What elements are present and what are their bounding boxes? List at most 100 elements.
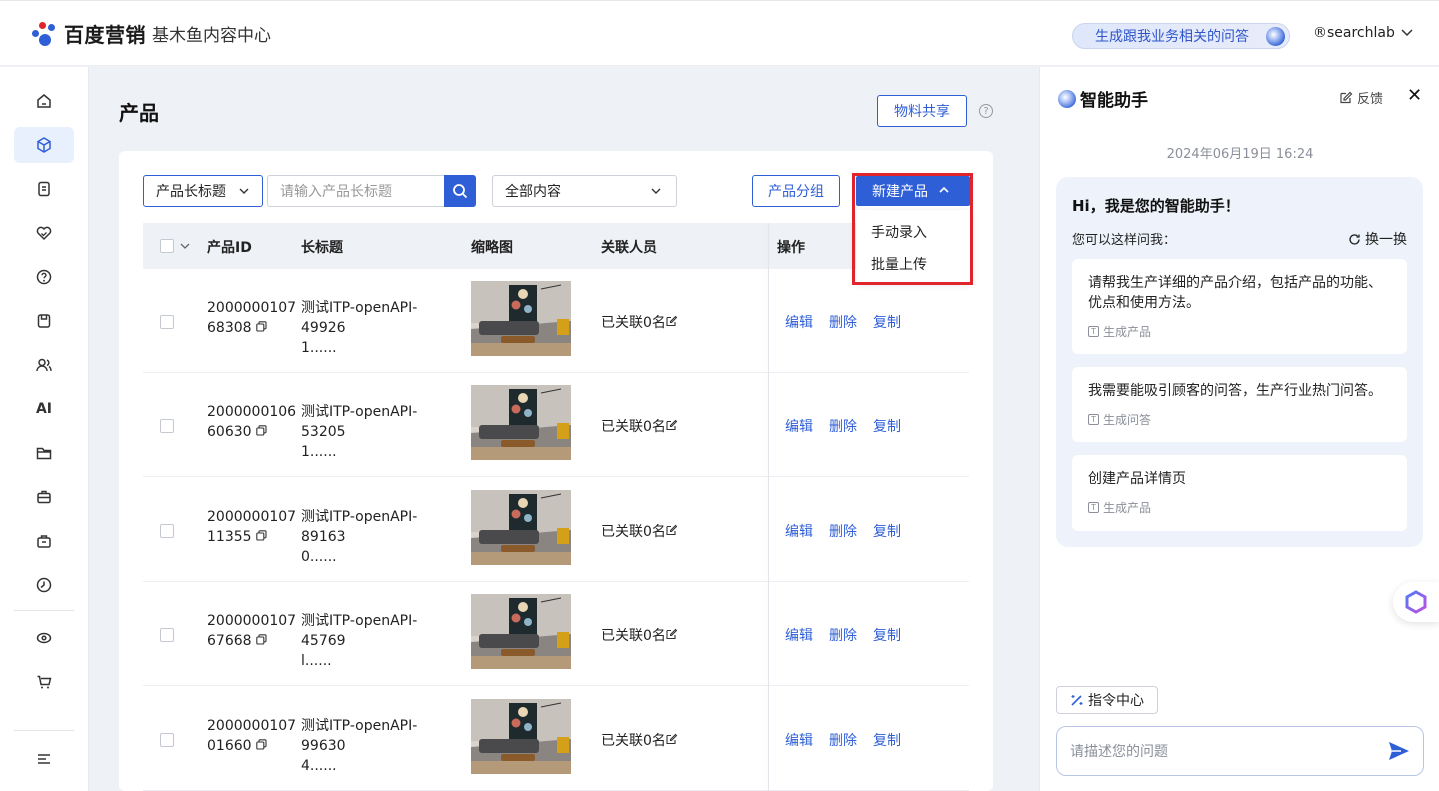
copy-link[interactable]: 复制 [873, 521, 901, 541]
ai-suggest-pill[interactable]: 生成跟我业务相关的问答 [1072, 23, 1290, 49]
related-people: 已关联0名 [601, 625, 678, 645]
chevron-down-icon[interactable] [180, 241, 190, 251]
command-center-button[interactable]: 指令中心 [1056, 686, 1158, 714]
chat-input[interactable]: 请描述您的问题 [1056, 726, 1424, 776]
edit-icon[interactable] [666, 419, 678, 431]
product-title-line: 4...... [301, 758, 337, 774]
edit-icon[interactable] [666, 628, 678, 640]
material-share-button[interactable]: 物料共享 [877, 95, 967, 127]
row-checkbox[interactable] [160, 628, 174, 642]
row-checkbox[interactable] [160, 315, 174, 329]
delete-link[interactable]: 删除 [829, 730, 857, 750]
save-icon[interactable] [14, 303, 74, 339]
highlight-box [852, 173, 973, 285]
delete-link[interactable]: 删除 [829, 312, 857, 332]
related-people-text: 已关联0名 [601, 419, 666, 435]
user-menu[interactable]: ®searchlab [1313, 25, 1413, 41]
eye-icon[interactable] [14, 620, 74, 656]
edit-link[interactable]: 编辑 [785, 625, 813, 645]
copy-link[interactable]: 复制 [873, 625, 901, 645]
row-checkbox[interactable] [160, 524, 174, 538]
suggestion-text: 创建产品详情页 [1088, 471, 1186, 487]
edit-icon[interactable] [666, 524, 678, 536]
product-id-tail: 67668 [207, 633, 252, 649]
copy-icon[interactable] [256, 739, 267, 750]
ai-orb-icon [1266, 27, 1285, 46]
suggestion-text: 请帮我生产详细的产品介绍，包括产品的功能、优点和使用方法。 [1088, 275, 1382, 311]
clock-icon[interactable] [14, 567, 74, 603]
feedback-button[interactable]: 反馈 [1340, 88, 1383, 107]
product-id: 2000000107 67668 [207, 611, 296, 651]
search-icon [453, 184, 468, 199]
select-all-checkbox[interactable] [160, 239, 174, 253]
send-icon[interactable] [1387, 740, 1411, 762]
chat-placeholder: 请描述您的问题 [1070, 744, 1168, 760]
folder-icon[interactable] [14, 435, 74, 471]
swap-button[interactable]: 换一换 [1348, 229, 1407, 249]
product-id: 2000000107 11355 [207, 507, 296, 547]
suggestion-text: 我需要能吸引顾客的问答，生产行业热门问答。 [1088, 383, 1382, 399]
product-title: 测试ITP-openAPI-53205 1...... [301, 402, 461, 462]
ai-icon[interactable]: AI [14, 391, 74, 427]
copy-icon[interactable] [256, 425, 267, 436]
suggestion-tag: T 生成产品 [1088, 499, 1151, 516]
delete-link[interactable]: 删除 [829, 521, 857, 541]
row-checkbox[interactable] [160, 419, 174, 433]
briefcase-icon[interactable] [14, 479, 74, 515]
delete-link[interactable]: 删除 [829, 625, 857, 645]
heart-icon[interactable] [14, 215, 74, 251]
product-title-line: 测试ITP-openAPI-99630 [301, 718, 418, 754]
delete-link[interactable]: 删除 [829, 416, 857, 436]
product-thumbnail [471, 490, 571, 565]
copy-icon[interactable] [256, 321, 267, 332]
logo[interactable]: 百度营销 基木鱼内容中心 [30, 19, 271, 48]
document-icon[interactable] [14, 171, 74, 207]
product-title: 测试ITP-openAPI-99630 4...... [301, 716, 461, 776]
edit-icon [1340, 91, 1353, 104]
close-icon[interactable]: ✕ [1407, 85, 1422, 106]
toolbox-icon[interactable] [14, 523, 74, 559]
edit-link[interactable]: 编辑 [785, 730, 813, 750]
cart-icon[interactable] [14, 664, 74, 700]
row-actions: 编辑 删除 复制 [785, 625, 901, 645]
related-people-text: 已关联0名 [601, 315, 666, 331]
edit-icon[interactable] [666, 733, 678, 745]
suggestion-card[interactable]: 我需要能吸引顾客的问答，生产行业热门问答。 T 生成问答 [1072, 367, 1407, 442]
suggestion-card[interactable]: 请帮我生产详细的产品介绍，包括产品的功能、优点和使用方法。 T 生成产品 [1072, 259, 1407, 354]
suggestion-tag-label: 生成产品 [1103, 501, 1152, 515]
product-id-line: 68308 [207, 318, 296, 338]
copy-link[interactable]: 复制 [873, 312, 901, 332]
col-long-title: 长标题 [301, 240, 343, 256]
copy-icon[interactable] [256, 530, 267, 541]
edit-link[interactable]: 编辑 [785, 312, 813, 332]
suggestion-card[interactable]: 创建产品详情页 T 生成产品 [1072, 455, 1407, 531]
edit-link[interactable]: 编辑 [785, 521, 813, 541]
baidu-paw-icon [30, 20, 60, 48]
copy-link[interactable]: 复制 [873, 730, 901, 750]
chat-timestamp: 2024年06月19日 16:24 [1166, 147, 1314, 162]
search-input[interactable]: 请输入产品长标题 [267, 175, 445, 207]
field-select[interactable]: 产品长标题 [143, 175, 263, 207]
floating-assistant-button[interactable] [1393, 582, 1439, 622]
copy-icon[interactable] [256, 634, 267, 645]
content-select[interactable]: 全部内容 [492, 175, 677, 207]
question-icon[interactable] [14, 259, 74, 295]
row-checkbox[interactable] [160, 733, 174, 747]
edit-link[interactable]: 编辑 [785, 416, 813, 436]
product-id-tail: 11355 [207, 529, 252, 545]
cube-icon[interactable] [14, 127, 74, 163]
text-icon: T [1088, 502, 1099, 513]
ai-pill-label: 生成跟我业务相关的问答 [1095, 29, 1249, 45]
greeting-card: Hi，我是您的智能助手！ 您可以这样问我： 换一换 请帮我生产详细的产品介绍，包… [1056, 177, 1423, 547]
brand-name: 百度营销 [64, 23, 146, 47]
search-button[interactable] [444, 175, 476, 207]
home-icon[interactable] [14, 83, 74, 119]
product-title: 测试ITP-openAPI-89163 0...... [301, 507, 461, 567]
edit-icon[interactable] [666, 315, 678, 327]
users-icon[interactable] [14, 347, 74, 383]
product-title-line: 1...... [301, 444, 337, 460]
menu-collapse-icon[interactable] [14, 741, 74, 777]
copy-link[interactable]: 复制 [873, 416, 901, 436]
help-icon[interactable]: ? [979, 104, 993, 118]
product-group-button[interactable]: 产品分组 [752, 175, 840, 207]
